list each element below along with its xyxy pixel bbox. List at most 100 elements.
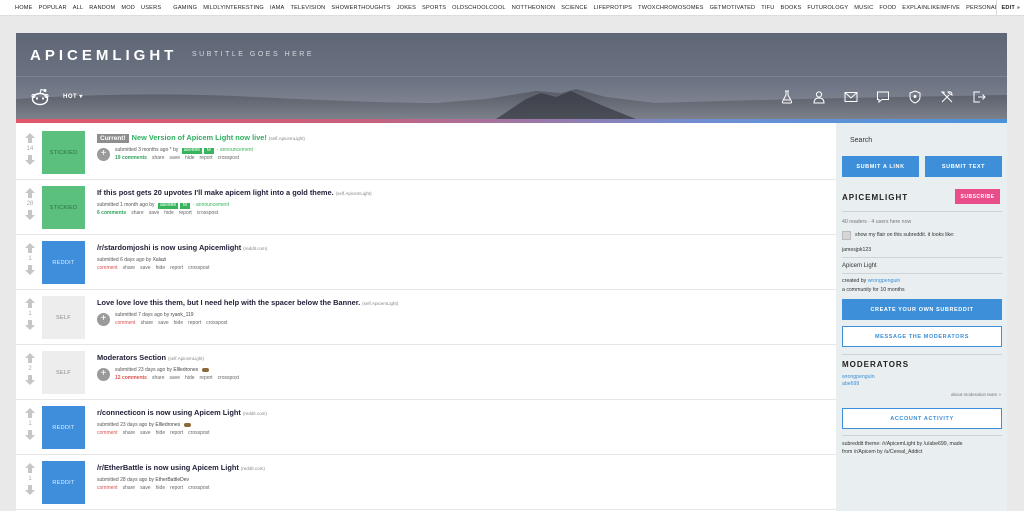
submit-link-button[interactable]: SUBMIT A LINK [842,156,919,177]
topbar-subreddit-link[interactable]: BOOKS [778,5,805,11]
upvote-arrow-icon[interactable] [25,463,35,473]
expand-plus-icon[interactable]: + [97,368,110,381]
comments-link[interactable]: comment [97,485,118,491]
post-thumbnail[interactable]: REDDIT [42,461,85,504]
moderator-link[interactable]: abe699 [842,381,859,387]
author-link[interactable]: Ellledrones [173,367,198,373]
upvote-arrow-icon[interactable] [25,188,35,198]
post-title-link[interactable]: If this post gets 20 upvotes I'll make a… [97,188,334,197]
post-thumbnail[interactable]: STICKIED [42,186,85,229]
post-thumbnail[interactable]: REDDIT [42,241,85,284]
crosspost-link[interactable]: crosspost [188,265,209,271]
share-link[interactable]: share [141,320,154,326]
hide-link[interactable]: hide [156,265,165,271]
flair-checkbox[interactable] [842,231,851,240]
author-link[interactable]: Xalazi [153,257,167,263]
edit-subscriptions-button[interactable]: EDIT» [996,0,1024,15]
save-link[interactable]: save [140,430,151,436]
post-domain[interactable]: (self.ApicemLight) [362,301,398,306]
topbar-subreddit-link[interactable]: GETMOTIVATED [707,5,759,11]
crosspost-link[interactable]: crosspost [206,320,227,326]
topbar-subreddit-link[interactable]: TWOXCHROMOSOMES [635,5,706,11]
topbar-subreddit-link[interactable]: LIFEPROTIPS [591,5,636,11]
shield-icon[interactable] [899,87,931,107]
downvote-arrow-icon[interactable] [25,485,35,495]
report-link[interactable]: report [170,265,183,271]
author-link[interactable]: EtherBattleDev [155,477,189,483]
topbar-subreddit-link[interactable]: JOKES [394,5,419,11]
post-title-link[interactable]: New Version of Apicem Light now live! [132,133,267,142]
comments-link[interactable]: 19 comments [115,155,147,161]
logout-icon[interactable] [963,87,995,107]
post-domain[interactable]: (self.ApicemLight) [269,136,305,141]
topbar-link[interactable]: RANDOM [86,5,118,11]
report-link[interactable]: report [179,210,192,216]
report-link[interactable]: report [170,485,183,491]
topbar-link[interactable]: POPULAR [36,5,70,11]
comments-link[interactable]: 6 comments [97,210,126,216]
post-domain[interactable]: (self.ApicemLight) [336,191,372,196]
post-domain[interactable]: (reddit.com) [243,411,267,416]
subscribe-button[interactable]: SUBSCRIBE [955,189,1000,204]
crosspost-link[interactable]: crosspost [218,155,239,161]
topbar-subreddit-link[interactable]: TELEVISION [287,5,328,11]
share-link[interactable]: share [123,430,136,436]
downvote-arrow-icon[interactable] [25,320,35,330]
downvote-arrow-icon[interactable] [25,210,35,220]
post-title-link[interactable]: Moderators Section [97,353,166,362]
share-link[interactable]: share [152,155,165,161]
comments-link[interactable]: 12 comments [115,375,147,381]
save-link[interactable]: save [140,485,151,491]
report-link[interactable]: report [188,320,201,326]
report-link[interactable]: report [200,155,213,161]
topbar-subreddit-link[interactable]: SPORTS [419,5,449,11]
post-domain[interactable]: (self.ApicemLight) [168,356,204,361]
comments-link[interactable]: comment [115,320,136,326]
topbar-link[interactable]: HOME [12,5,36,11]
about-moderation-team-link[interactable]: about moderation team » [951,392,1001,397]
post-title-link[interactable]: Love love love this them, but I need hel… [97,298,360,307]
upvote-arrow-icon[interactable] [25,243,35,253]
post-title-link[interactable]: /r/EtherBattle is now using Apicem Light [97,463,239,472]
report-link[interactable]: report [200,375,213,381]
chat-icon[interactable] [867,87,899,107]
post-domain[interactable]: (reddit.com) [243,246,267,251]
upvote-arrow-icon[interactable] [25,298,35,308]
account-activity-button[interactable]: ACCOUNT ACTIVITY [842,408,1002,429]
user-icon[interactable] [803,87,835,107]
topbar-link[interactable]: USERS [138,5,164,11]
topbar-subreddit-link[interactable]: GAMING [170,5,200,11]
flask-icon[interactable] [771,87,803,107]
post-title-link[interactable]: /r/stardomjoshi is now using Apicemlight [97,243,241,252]
topbar-subreddit-link[interactable]: FOOD [876,5,899,11]
save-link[interactable]: save [158,320,169,326]
save-link[interactable]: save [169,155,180,161]
share-link[interactable]: share [123,485,136,491]
downvote-arrow-icon[interactable] [25,265,35,275]
downvote-arrow-icon[interactable] [25,155,35,165]
upvote-arrow-icon[interactable] [25,133,35,143]
save-link[interactable]: save [149,210,160,216]
hide-link[interactable]: hide [156,430,165,436]
hide-link[interactable]: hide [185,155,194,161]
crosspost-link[interactable]: crosspost [188,430,209,436]
save-link[interactable]: save [169,375,180,381]
post-thumbnail[interactable]: SELF [42,351,85,394]
topbar-link[interactable]: ALL [70,5,87,11]
post-domain[interactable]: (reddit.com) [241,466,265,471]
expand-plus-icon[interactable]: + [97,313,110,326]
topbar-subreddit-link[interactable]: TIFU [758,5,777,11]
comments-link[interactable]: comment [97,430,118,436]
topbar-subreddit-link[interactable]: OLDSCHOOLCOOL [449,5,509,11]
save-link[interactable]: save [140,265,151,271]
downvote-arrow-icon[interactable] [25,375,35,385]
crosspost-link[interactable]: crosspost [218,375,239,381]
tools-icon[interactable] [931,87,963,107]
topbar-subreddit-link[interactable]: NOTTHEONION [509,5,559,11]
topbar-subreddit-link[interactable]: MILDLYINTERESTING [200,5,267,11]
upvote-arrow-icon[interactable] [25,353,35,363]
post-title-link[interactable]: r/connecticon is now using Apicem Light [97,408,241,417]
author-link[interactable]: ryank_119 [171,312,194,318]
report-link[interactable]: report [170,430,183,436]
crosspost-link[interactable]: crosspost [188,485,209,491]
